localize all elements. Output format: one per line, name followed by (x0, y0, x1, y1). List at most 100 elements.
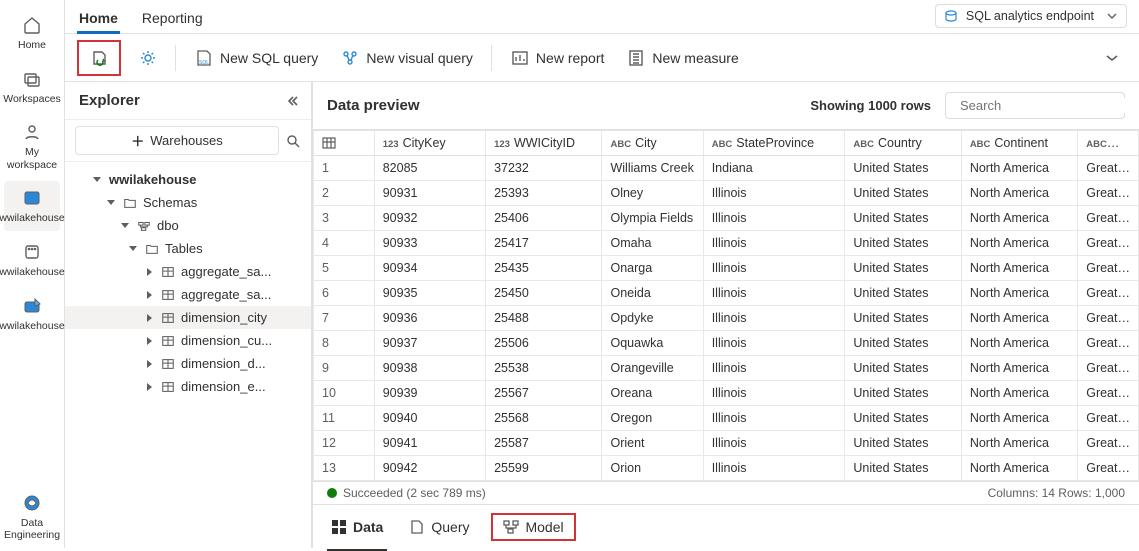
column-header[interactable]: 123CityKey (374, 131, 485, 156)
toolbar-more-button[interactable] (1101, 47, 1123, 69)
cell: 25599 (486, 456, 602, 481)
new-report-button[interactable]: New report (506, 44, 608, 72)
cell: North America (961, 381, 1077, 406)
cell: North America (961, 331, 1077, 356)
refresh-button[interactable] (85, 44, 113, 72)
cell: 25506 (486, 331, 602, 356)
rail-wwilakehouse-2[interactable]: wwilakehouse (4, 235, 60, 285)
explorer-search-button[interactable] (285, 133, 301, 149)
cell: Williams Creek (602, 156, 703, 181)
table-row[interactable]: 119094025568OregonIllinoisUnited StatesN… (314, 406, 1139, 431)
endpoint-selector[interactable]: SQL analytics endpoint (935, 4, 1127, 28)
column-header[interactable]: ABCContinent (961, 131, 1077, 156)
table-row[interactable]: 139094225599OrionIllinoisUnited StatesNo… (314, 456, 1139, 481)
cell: 4 (314, 231, 375, 256)
cell: Onarga (602, 256, 703, 281)
new-sql-query-button[interactable]: SQL New SQL query (190, 44, 322, 72)
tree-tables[interactable]: Tables (65, 237, 311, 260)
cell: 90933 (374, 231, 485, 256)
tab-home[interactable]: Home (77, 3, 120, 33)
new-measure-button[interactable]: New measure (622, 44, 742, 72)
tab-data[interactable]: Data (327, 513, 387, 541)
table-row[interactable]: 18208537232Williams CreekIndianaUnited S… (314, 156, 1139, 181)
cell: North America (961, 406, 1077, 431)
column-header[interactable]: ABCCountry (845, 131, 961, 156)
cell: Oneida (602, 281, 703, 306)
cell: 90934 (374, 256, 485, 281)
tree-table-item[interactable]: dimension_city (65, 306, 311, 329)
search-input[interactable] (960, 98, 1136, 113)
cell: United States (845, 231, 961, 256)
cell: 90937 (374, 331, 485, 356)
table-row[interactable]: 69093525450OneidaIllinoisUnited StatesNo… (314, 281, 1139, 306)
column-header[interactable]: 123WWICityID (486, 131, 602, 156)
rail-my-workspace-label: My workspace (4, 146, 60, 171)
cell: Illinois (703, 231, 845, 256)
cell: 6 (314, 281, 375, 306)
rail-wwilakehouse-1[interactable]: wwilakehouse (4, 181, 60, 231)
cell: 10 (314, 381, 375, 406)
explorer-title: Explorer (79, 92, 140, 109)
tree-schemas[interactable]: Schemas (65, 191, 311, 214)
table-icon (161, 311, 175, 325)
cell: United States (845, 331, 961, 356)
table-row[interactable]: 109093925567OreanaIllinoisUnited StatesN… (314, 381, 1139, 406)
cell: Great La (1078, 256, 1139, 281)
rail-workspaces[interactable]: Workspaces (4, 62, 60, 112)
table-row[interactable]: 29093125393OlneyIllinoisUnited StatesNor… (314, 181, 1139, 206)
cell: Great La (1078, 331, 1139, 356)
column-rownum[interactable] (314, 131, 375, 156)
new-sql-label: New SQL query (220, 50, 318, 66)
tree-table-item[interactable]: aggregate_sa... (65, 283, 311, 306)
rail-data-engineering[interactable]: Data Engineering (4, 486, 60, 548)
tree-table-item[interactable]: aggregate_sa... (65, 260, 311, 283)
cell: Oquawka (602, 331, 703, 356)
endpoint-label: SQL analytics endpoint (966, 9, 1094, 23)
tree-table-item[interactable]: dimension_e... (65, 375, 311, 398)
tab-query-label: Query (431, 519, 469, 535)
data-grid[interactable]: 123CityKey123WWICityIDABCCityABCStatePro… (313, 130, 1139, 481)
tab-reporting[interactable]: Reporting (140, 3, 205, 33)
tree-table-item[interactable]: dimension_cu... (65, 329, 311, 352)
model-icon (503, 519, 519, 535)
cell: 25567 (486, 381, 602, 406)
settings-button[interactable] (135, 45, 161, 71)
cell: North America (961, 306, 1077, 331)
cell: Great La (1078, 231, 1139, 256)
measure-icon (626, 48, 646, 68)
cell: 8 (314, 331, 375, 356)
table-row[interactable]: 99093825538OrangevilleIllinoisUnited Sta… (314, 356, 1139, 381)
explorer-panel: Explorer ＋ Warehouses wwilakehouse Schem… (65, 82, 312, 548)
tree-root[interactable]: wwilakehouse (65, 168, 311, 191)
toolbar-refresh-highlighted (77, 40, 121, 76)
cell: Great La (1078, 281, 1139, 306)
table-row[interactable]: 39093225406Olympia FieldsIllinoisUnited … (314, 206, 1139, 231)
cell: United States (845, 356, 961, 381)
warehouses-button[interactable]: ＋ Warehouses (75, 126, 279, 155)
column-header[interactable]: ABCCity (602, 131, 703, 156)
rail-home[interactable]: Home (4, 8, 60, 58)
new-visual-query-button[interactable]: New visual query (336, 44, 477, 72)
rail-my-workspace[interactable]: My workspace (4, 115, 60, 177)
table-row[interactable]: 89093725506OquawkaIllinoisUnited StatesN… (314, 331, 1139, 356)
document-icon (409, 519, 425, 535)
tree-table-item[interactable]: dimension_d... (65, 352, 311, 375)
table-row[interactable]: 79093625488OpdykeIllinoisUnited StatesNo… (314, 306, 1139, 331)
tab-model-highlighted[interactable]: Model (491, 513, 575, 541)
tree-dbo[interactable]: dbo (65, 214, 311, 237)
table-row[interactable]: 59093425435OnargaIllinoisUnited StatesNo… (314, 256, 1139, 281)
collapse-explorer-button[interactable] (285, 94, 299, 108)
table-row[interactable]: 129094125587OrientIllinoisUnited StatesN… (314, 431, 1139, 456)
new-visual-label: New visual query (366, 50, 473, 66)
rail-wwilakehouse-3[interactable]: wwilakehouse (4, 289, 60, 339)
database-endpoint-icon (944, 9, 958, 23)
cell: 1 (314, 156, 375, 181)
cell: Illinois (703, 181, 845, 206)
table-row[interactable]: 49093325417OmahaIllinoisUnited StatesNor… (314, 231, 1139, 256)
search-box[interactable] (945, 92, 1125, 119)
cell: Illinois (703, 256, 845, 281)
success-indicator-icon (327, 488, 337, 498)
tab-query[interactable]: Query (405, 513, 473, 541)
column-header[interactable]: ABCStateProvince (703, 131, 845, 156)
column-header[interactable]: ABCSale (1078, 131, 1139, 156)
